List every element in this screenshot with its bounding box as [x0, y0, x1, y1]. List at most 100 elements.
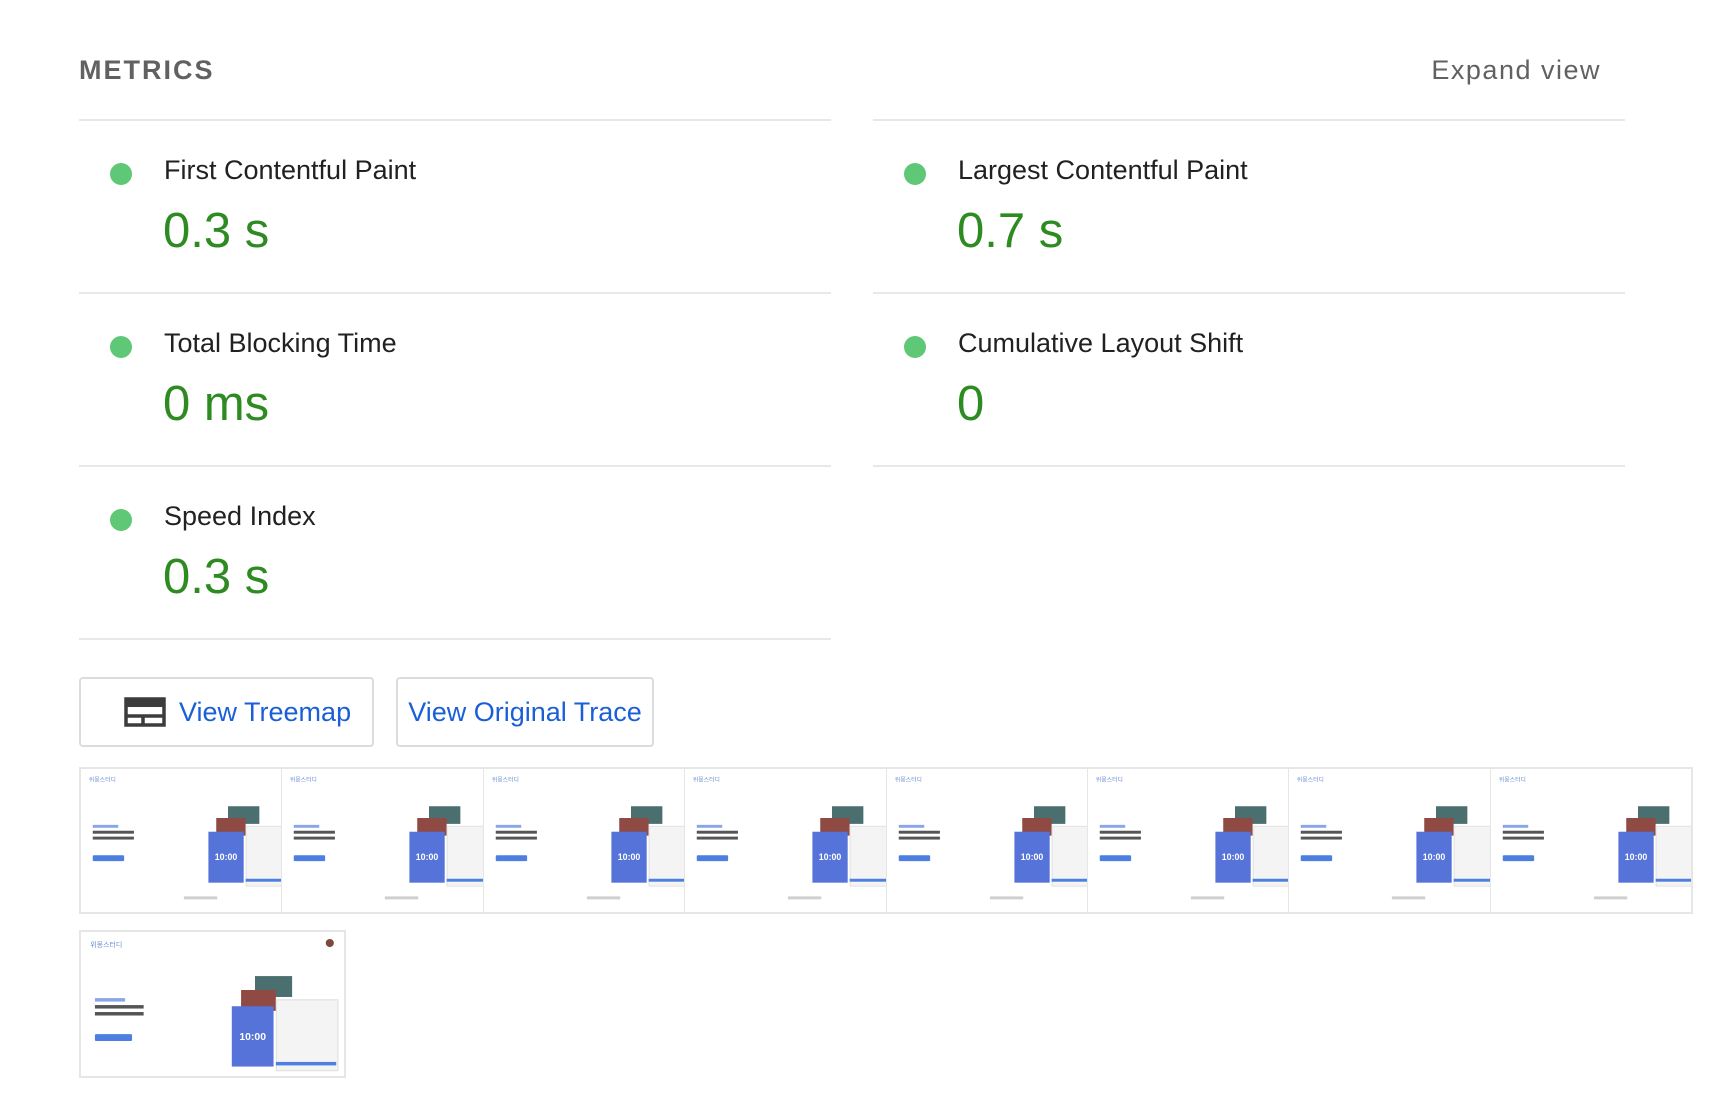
thumbnail-logo: 위몽스터디: [88, 777, 116, 784]
thumbnail-timer: 10:00: [409, 831, 446, 883]
thumbnail-timer: 10:00: [1618, 831, 1654, 883]
page-thumbnail: 위몽스터디 10:00: [685, 769, 886, 909]
thumbnail-bar: [1655, 878, 1691, 882]
page-thumbnail: 위몽스터디 10:00: [484, 769, 685, 909]
thumbnail-cta: [696, 855, 729, 862]
pass-status-icon: [110, 509, 132, 531]
metric-value: 0 ms: [163, 377, 270, 431]
thumbnail-headline-line: [92, 830, 134, 834]
thumbnail-headline: [1099, 822, 1141, 843]
thumbnail-headline: [92, 822, 134, 843]
thumbnail-bar: [447, 878, 483, 882]
thumbnail-footer: [989, 896, 1023, 900]
thumbnail-headline: [1301, 822, 1343, 843]
thumbnail-footer: [586, 896, 620, 900]
thumbnail-headline-line: [495, 836, 537, 840]
thumbnail-headline: [898, 822, 940, 843]
thumbnail-headline-line: [1301, 836, 1343, 840]
thumbnail-headline-line: [1301, 830, 1343, 834]
thumbnail-logo: 위몽스터디: [894, 777, 922, 784]
thumbnail-panel: [275, 999, 339, 1072]
thumbnail-bar: [275, 1061, 337, 1066]
thumbnail-cta: [898, 855, 930, 862]
thumbnail-bar: [1453, 878, 1490, 882]
thumbnail-timer: 10:00: [1215, 831, 1251, 883]
thumbnail-logo: 위몽스터디: [1498, 777, 1526, 784]
thumbnail-panel: [849, 825, 886, 887]
thumbnail-timer: 10:00: [1416, 831, 1452, 883]
thumbnail-headline-line: [94, 1012, 144, 1016]
metric-total-blocking-time: Total Blocking Time 0 ms: [79, 292, 831, 465]
pass-status-icon: [110, 163, 132, 185]
filmstrip-frame: 위몽스터디 10:00: [1289, 769, 1491, 912]
thumbnail-headline-line: [92, 824, 119, 828]
thumbnail-footer: [385, 896, 419, 900]
thumbnail-bar: [849, 878, 886, 882]
thumbnail-headline-line: [1502, 830, 1544, 834]
thumbnail-logo: 위몽스터디: [1297, 777, 1325, 784]
filmstrip: 위몽스터디 10:00 위몽스터디 10:00 위몽스터디 10:00 위몽스터디 10:00…: [79, 767, 1693, 914]
view-original-trace-button[interactable]: View Original Trace: [396, 677, 654, 747]
thumbnail-headline-line: [696, 836, 739, 840]
thumbnail-footer: [1593, 896, 1627, 900]
thumbnail-headline-line: [294, 824, 320, 828]
thumbnail-headline-line: [1301, 824, 1327, 828]
thumbnail-headline-line: [1099, 824, 1126, 828]
thumbnail-bar: [648, 878, 685, 882]
thumbnail-timer: 10:00: [231, 1006, 274, 1067]
thumbnail-avatar: [325, 938, 334, 948]
metric-label: Cumulative Layout Shift: [958, 328, 1244, 358]
thumbnail-timer: 10:00: [1013, 831, 1050, 883]
thumbnail-headline-line: [696, 830, 739, 834]
thumbnail-headline-line: [495, 824, 521, 828]
thumbnail-panel: [447, 825, 483, 887]
filmstrip-frame: 위몽스터디 10:00: [483, 769, 686, 912]
thumbnail-headline-line: [92, 836, 134, 840]
page-thumbnail: 위몽스터디 10:00: [1491, 769, 1691, 909]
metric-first-contentful-paint: First Contentful Paint 0.3 s: [79, 119, 831, 292]
thumbnail-headline: [495, 822, 537, 843]
metric-value: 0.3 s: [163, 204, 270, 258]
thumbnail-headline: [94, 995, 144, 1019]
metric-label: First Contentful Paint: [164, 155, 417, 185]
thumbnail-panel: [1453, 825, 1490, 887]
thumbnail-headline-line: [294, 836, 336, 840]
thumbnail-bar: [1051, 878, 1087, 882]
thumbnail-cta: [1099, 855, 1131, 862]
thumbnail-timer: 10:00: [208, 831, 244, 883]
thumbnail-panel: [245, 825, 282, 887]
thumbnail-bar: [245, 878, 282, 882]
filmstrip-frame: 위몽스터디 10:00: [79, 930, 346, 1078]
expand-view-toggle[interactable]: Expand view: [1431, 55, 1601, 86]
metric-largest-contentful-paint: Largest Contentful Paint 0.7 s: [873, 119, 1625, 292]
thumbnail-cta: [94, 1034, 133, 1042]
thumbnail-cta: [1301, 855, 1333, 862]
metric-cumulative-layout-shift: Cumulative Layout Shift 0: [873, 292, 1625, 467]
thumbnail-cta: [92, 855, 125, 862]
thumbnail-cta: [495, 855, 527, 862]
thumbnail-timer: 10:00: [812, 831, 848, 883]
page-thumbnail: 위몽스터디 10:00: [81, 932, 343, 1076]
pass-status-icon: [110, 336, 132, 358]
thumbnail-headline: [1502, 822, 1544, 843]
page-thumbnail: 위몽스터디 10:00: [887, 769, 1087, 909]
thumbnail-panel: [1051, 825, 1087, 887]
filmstrip-frame: 위몽스터디 10:00: [282, 769, 484, 912]
view-treemap-button[interactable]: View Treemap: [79, 677, 374, 747]
metrics-column-right: Largest Contentful Paint 0.7 s Cumulativ…: [873, 119, 1625, 467]
thumbnail-logo: 위몽스터디: [491, 777, 519, 784]
thumbnail-footer: [1392, 896, 1426, 900]
thumbnail-headline-line: [94, 1005, 144, 1009]
thumbnail-headline-line: [1099, 830, 1141, 834]
thumbnail-headline-line: [1099, 836, 1141, 840]
thumbnail-footer: [1190, 896, 1225, 900]
view-treemap-label: View Treemap: [179, 696, 352, 727]
view-original-trace-label: View Original Trace: [408, 696, 642, 727]
metric-value: 0: [957, 377, 985, 431]
metrics-section-title: METRICS: [79, 55, 215, 85]
thumbnail-headline-line: [696, 824, 723, 828]
thumbnail-bar: [1252, 878, 1289, 882]
thumbnail-headline-line: [1502, 836, 1544, 840]
metric-value: 0.3 s: [163, 550, 270, 604]
page-thumbnail: 위몽스터디 10:00: [282, 769, 483, 909]
